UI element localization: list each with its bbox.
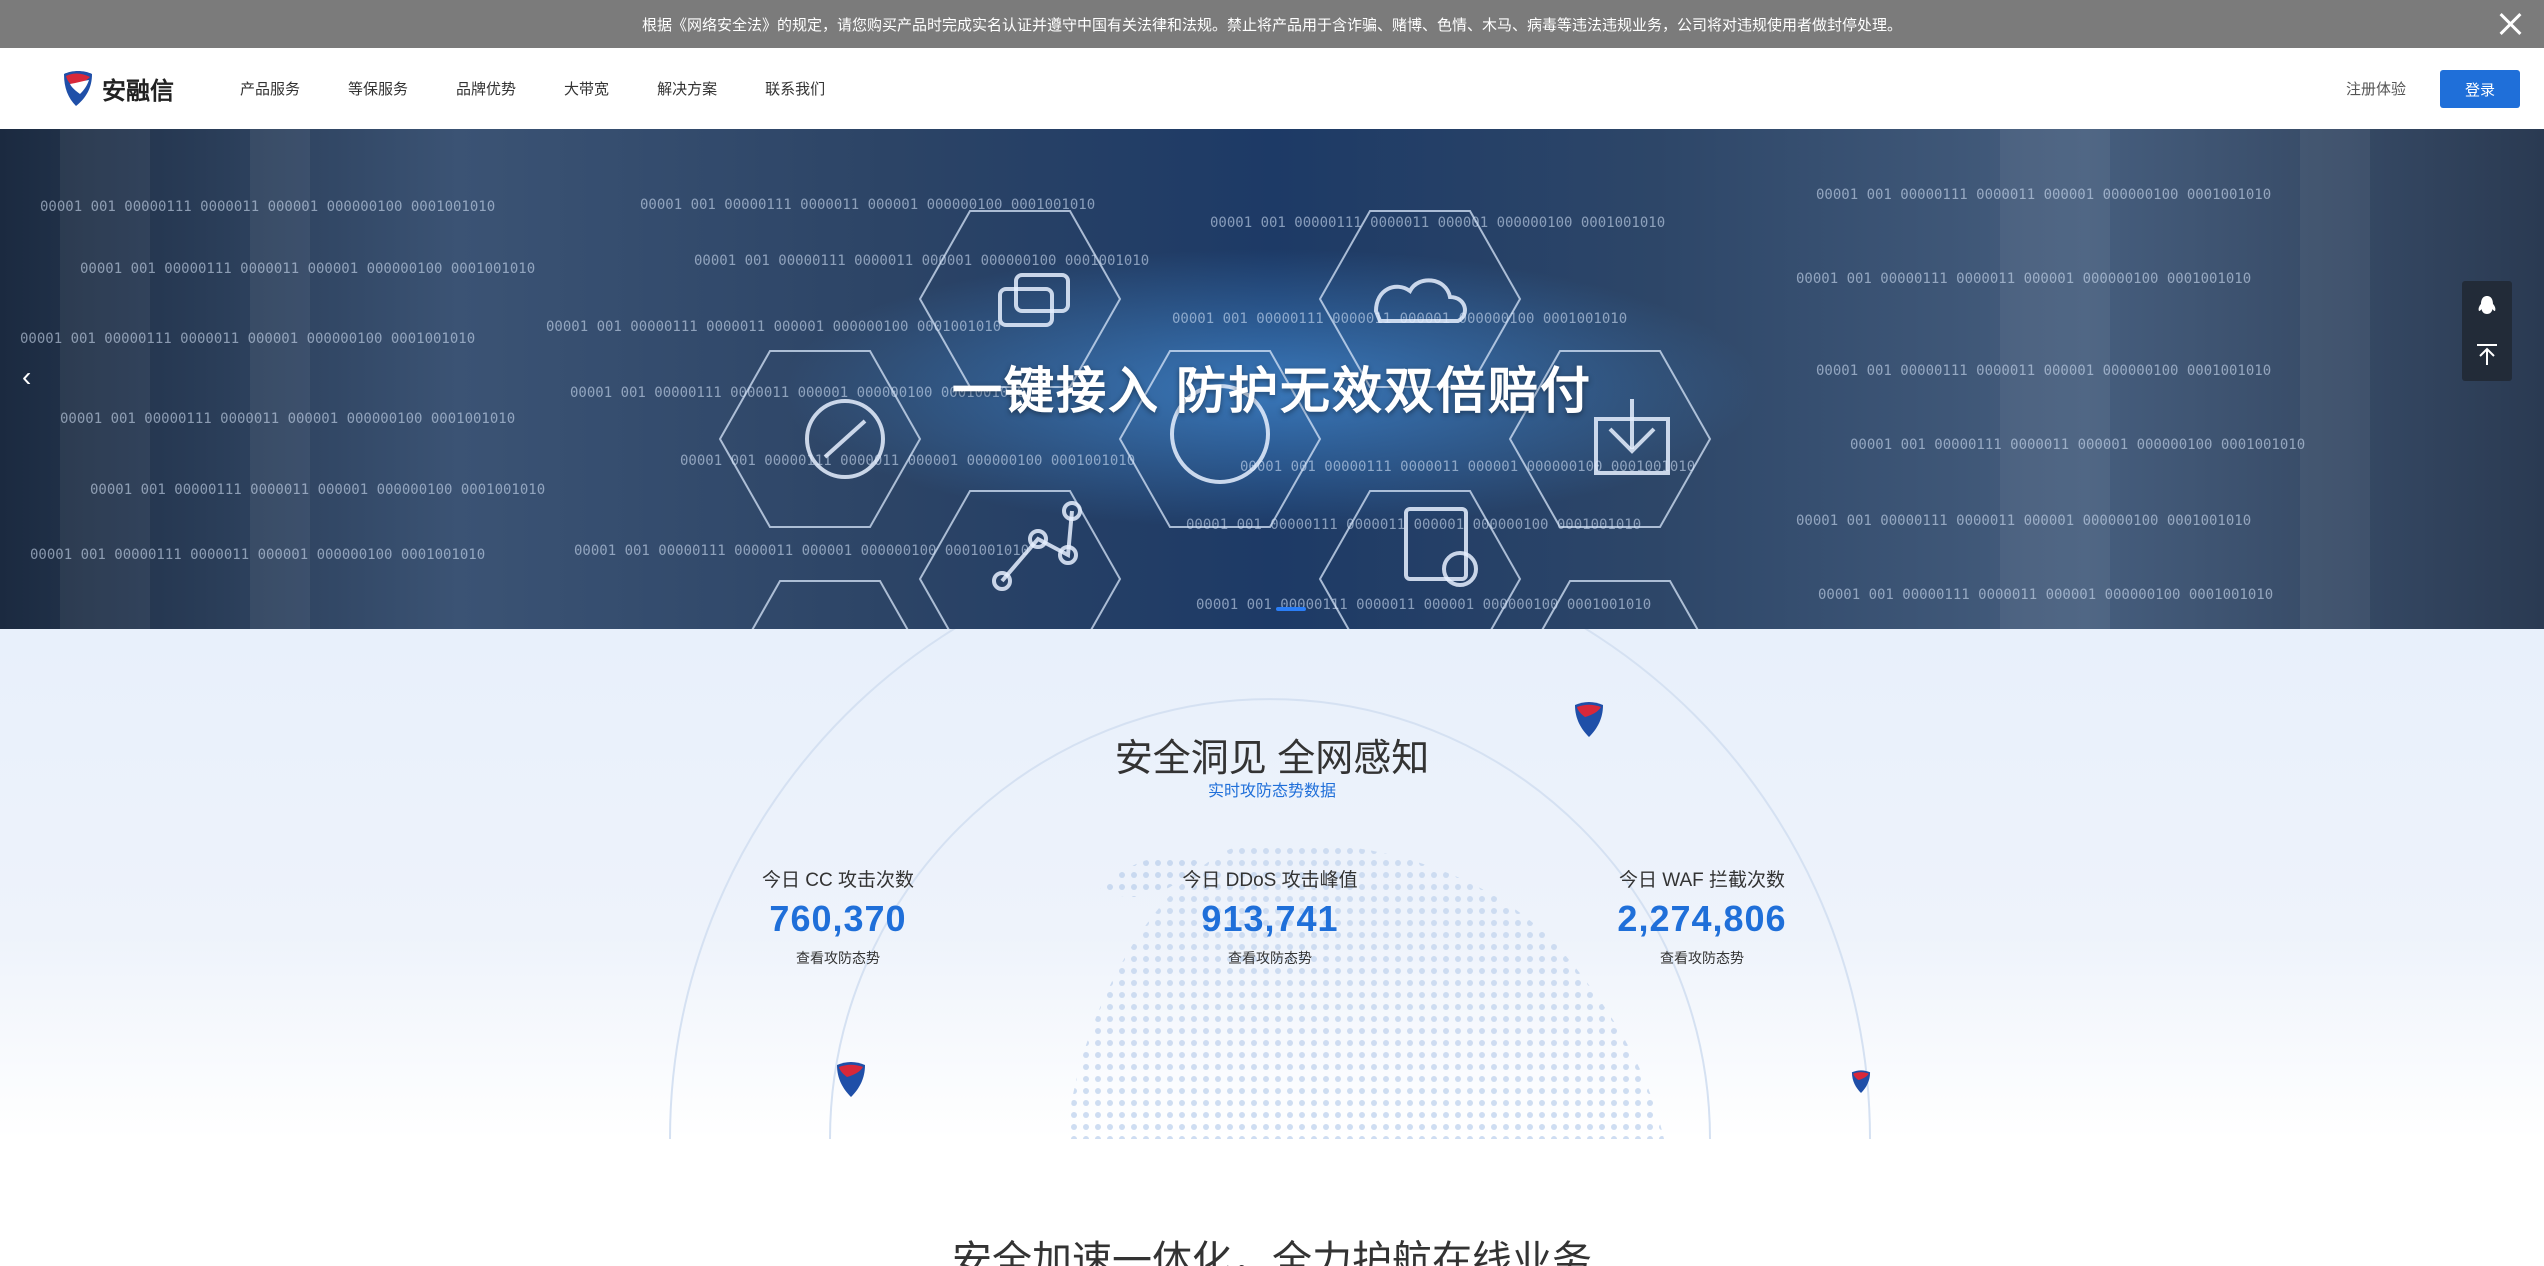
brand-logo[interactable]: 安融信 [58, 64, 174, 112]
menu-item-products[interactable]: 产品服务 [240, 78, 300, 99]
login-button[interactable]: 登录 [2440, 70, 2520, 108]
back-to-top-icon[interactable] [2474, 341, 2500, 367]
attack-stats-section: 安全洞见 全网感知 实时攻防态势数据 今日 CC 攻击次数 760,370 查看… [0, 629, 2544, 1139]
qq-chat-icon[interactable] [2474, 293, 2500, 319]
menu-item-compliance[interactable]: 等保服务 [348, 78, 408, 99]
stat-label: 今日 DDoS 攻击峰值 [1182, 870, 1358, 891]
stat-label: 今日 CC 攻击次数 [761, 870, 914, 891]
section-title: 安全洞见 全网感知 [1114, 738, 1430, 780]
top-navbar: 安融信 产品服务 等保服务 品牌优势 大带宽 解决方案 联系我们 注册体验 登录 [0, 48, 2544, 129]
shield-pin-icon [834, 1061, 868, 1104]
stat-cc-attacks: 今日 CC 攻击次数 760,370 查看攻防态势 [688, 865, 988, 968]
section-subtitle: 实时攻防态势数据 [1207, 783, 1336, 800]
carousel-indicator[interactable] [1276, 607, 1306, 611]
register-link[interactable]: 注册体验 [2346, 78, 2406, 99]
shield-pin-icon [1850, 1069, 1872, 1100]
brand-name: 安融信 [102, 77, 174, 105]
shield-logo-icon [58, 68, 98, 108]
floating-toolbar [2462, 281, 2512, 381]
hero-title: 一键接入 防护无效双倍赔付 [952, 363, 1592, 419]
view-attack-trend-link[interactable]: 查看攻防态势 [688, 948, 988, 968]
main-menu: 产品服务 等保服务 品牌优势 大带宽 解决方案 联系我们 [240, 48, 873, 129]
notice-bar: 根据《网络安全法》的规定，请您购买产品时完成实名认证并遵守中国有关法律和法规。禁… [0, 0, 2544, 48]
menu-item-contact[interactable]: 联系我们 [765, 78, 825, 99]
menu-item-bandwidth[interactable]: 大带宽 [564, 78, 609, 99]
view-attack-trend-link[interactable]: 查看攻防态势 [1552, 948, 1852, 968]
section2-title: 安全加速一体化，全力护航在线业务 [952, 1239, 1592, 1266]
stat-ddos-peak: 今日 DDoS 攻击峰值 913,741 查看攻防态势 [1120, 865, 1420, 968]
shield-pin-icon [1572, 701, 1606, 744]
stat-value: 2,274,806 [1617, 898, 1787, 939]
stat-value: 913,741 [1201, 898, 1339, 939]
notice-text: 根据《网络安全法》的规定，请您购买产品时完成实名认证并遵守中国有关法律和法规。禁… [641, 16, 1902, 34]
hero-banner: 00001 001 00000111 0000011 000001 000000… [0, 129, 2544, 629]
menu-item-solutions[interactable]: 解决方案 [657, 78, 717, 99]
close-icon[interactable] [2496, 10, 2524, 38]
view-attack-trend-link[interactable]: 查看攻防态势 [1120, 948, 1420, 968]
carousel-prev-icon[interactable]: ‹ [22, 361, 31, 393]
stat-value: 760,370 [769, 898, 907, 939]
stat-label: 今日 WAF 拦截次数 [1618, 870, 1786, 891]
stat-waf-blocks: 今日 WAF 拦截次数 2,274,806 查看攻防态势 [1552, 865, 1852, 968]
menu-item-brand[interactable]: 品牌优势 [456, 78, 516, 99]
